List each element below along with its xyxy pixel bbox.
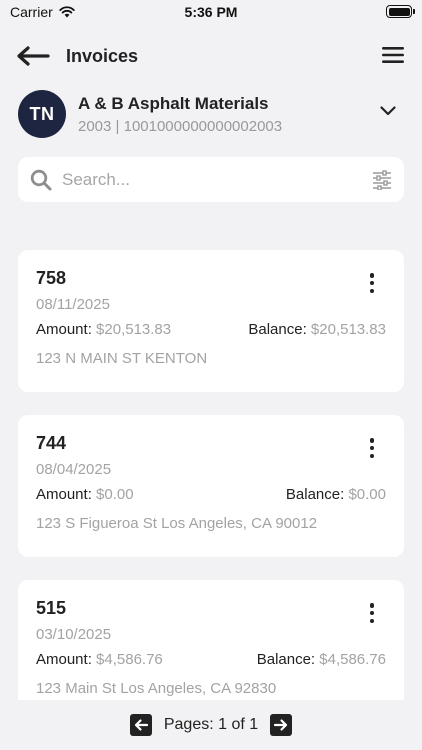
filter-sliders-icon[interactable]	[372, 170, 392, 190]
invoice-number: 758	[36, 268, 67, 288]
avatar: TN	[18, 90, 66, 138]
balance-value: $4,586.76	[319, 651, 386, 668]
app-header: Invoices	[0, 36, 422, 76]
carrier-info: Carrier	[10, 4, 75, 20]
battery-icon	[386, 5, 415, 18]
pagination: Pages: 1 of 1	[0, 700, 422, 750]
balance-group: Balance: $20,513.83	[248, 321, 386, 338]
arrow-left-icon	[17, 46, 50, 66]
page-indicator: Pages: 1 of 1	[163, 716, 259, 733]
invoice-amounts: Amount: $0.00 Balance: $0.00	[36, 486, 386, 503]
invoice-card[interactable]: 758 08/11/2025 Amount: $20,513.83 Balanc…	[18, 250, 404, 392]
balance-group: Balance: $4,586.76	[257, 651, 386, 668]
amount-value: $4,586.76	[96, 651, 163, 668]
invoice-amounts: Amount: $4,586.76 Balance: $4,586.76	[36, 651, 386, 668]
chevron-down-icon[interactable]	[380, 106, 396, 116]
invoice-amounts: Amount: $20,513.83 Balance: $20,513.83	[36, 321, 386, 338]
account-number: 2003 | 1001000000000002003	[78, 117, 283, 135]
carrier-label: Carrier	[10, 4, 53, 20]
account-info: A & B Asphalt Materials 2003 | 100100000…	[78, 94, 282, 135]
search-bar	[18, 157, 404, 202]
invoice-address: 123 Main St Los Angeles, CA 92830	[36, 680, 277, 697]
wifi-icon	[59, 6, 75, 18]
hamburger-menu-icon[interactable]	[382, 46, 404, 64]
account-selector[interactable]: TN A & B Asphalt Materials 2003 | 100100…	[18, 88, 404, 140]
search-input[interactable]	[62, 169, 352, 190]
invoice-address: 123 N MAIN ST KENTON	[36, 350, 208, 367]
invoice-card[interactable]: 515 03/10/2025 Amount: $4,586.76 Balance…	[18, 580, 404, 700]
more-vertical-icon[interactable]	[364, 271, 380, 295]
amount-value: $20,513.83	[96, 321, 172, 338]
invoice-date: 08/04/2025	[36, 461, 112, 478]
amount-group: Amount: $4,586.76	[36, 651, 163, 668]
next-page-icon	[274, 719, 288, 731]
more-vertical-icon[interactable]	[364, 601, 380, 625]
invoice-address: 123 S Figueroa St Los Angeles, CA 90012	[36, 515, 318, 532]
balance-value: $20,513.83	[310, 321, 386, 338]
invoice-date: 03/10/2025	[36, 626, 112, 643]
invoice-list: 758 08/11/2025 Amount: $20,513.83 Balanc…	[18, 250, 404, 700]
prev-page-icon	[134, 719, 148, 731]
invoice-number: 515	[36, 598, 67, 618]
back-button[interactable]	[16, 41, 52, 71]
balance-label: Balance:	[256, 651, 316, 668]
balance-group: Balance: $0.00	[286, 486, 386, 503]
amount-label: Amount:	[36, 321, 92, 338]
page-title: Invoices	[66, 45, 139, 66]
status-bar: Carrier 5:36 PM	[0, 0, 422, 24]
invoice-card[interactable]: 744 08/04/2025 Amount: $0.00 Balance: $0…	[18, 415, 404, 557]
next-page-button[interactable]	[270, 714, 293, 736]
amount-value: $0.00	[96, 486, 134, 503]
prev-page-button[interactable]	[129, 714, 152, 736]
more-vertical-icon[interactable]	[364, 436, 380, 460]
balance-label: Balance:	[248, 321, 307, 338]
amount-label: Amount:	[36, 486, 92, 503]
balance-label: Balance:	[285, 486, 345, 503]
invoice-date: 08/11/2025	[36, 296, 110, 313]
amount-group: Amount: $20,513.83	[36, 321, 171, 338]
amount-label: Amount:	[36, 651, 92, 668]
invoice-number: 744	[36, 433, 67, 453]
balance-value: $0.00	[348, 486, 386, 503]
account-name: A & B Asphalt Materials	[78, 93, 269, 113]
search-icon	[30, 169, 52, 190]
amount-group: Amount: $0.00	[36, 486, 134, 503]
